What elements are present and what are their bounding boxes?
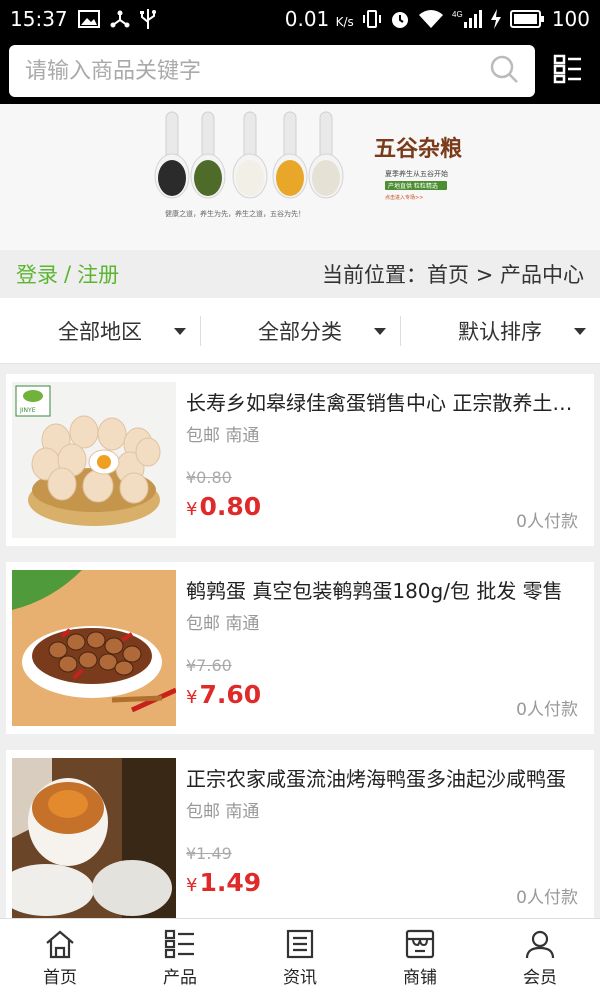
charging-icon [490,9,502,29]
home-icon [44,929,76,963]
status-bar: 15:37 0.01 K/s 4G 100 [0,0,600,38]
product-card[interactable]: 正宗农家咸蛋流油烤海鸭蛋多油起沙咸鸭蛋 包邮 南通 ¥1.49 ¥1.49 0人… [6,750,594,918]
product-logo-text: JINYE [19,407,36,414]
breadcrumb: 当前位置：首页 > 产品中心 [322,263,584,287]
banner-image: 健康之道，养生为先，养生之道，五谷为先！ 五谷杂粮 夏季养生从五谷开始 产地直供… [154,111,462,218]
usb-icon [139,8,156,30]
promo-banner[interactable]: 健康之道，养生为先，养生之道，五谷为先！ 五谷杂粮 夏季养生从五谷开始 产地直供… [0,104,600,250]
user-icon [524,929,556,963]
filter-sort-label: 默认排序 [458,319,542,344]
banner-link-hint: 点击进入专场>> [385,194,423,201]
battery-icon [509,10,544,28]
share-icon [110,9,130,29]
list-icon [164,929,196,963]
banner-badge: 产地直供 粒粒精选 [388,182,438,190]
alarm-icon [390,9,410,29]
svg-text:4G: 4G [452,10,463,19]
product-image-eggs[interactable]: JINYE [12,382,176,538]
news-icon [284,929,316,963]
spoon-black-sesame [154,111,190,199]
network-speed: 0.01 K/s [284,7,354,31]
caret-down-icon [174,328,186,335]
filter-region[interactable]: 全部地区 [0,298,200,363]
product-sales-count: 0人付款 [516,512,578,532]
product-card[interactable]: JINYE 长寿乡如皋绿佳禽蛋销售中心 正宗散养土鸡蛋 包邮 南通 ¥0.80 … [6,374,594,546]
product-price: ¥7.60 [186,680,262,709]
product-tags: 包邮 南通 [186,426,260,446]
breadcrumb-bar: 登录 / 注册 当前位置：首页 > 产品中心 [0,250,600,298]
login-separator: / [64,262,72,286]
product-original-price: ¥7.60 [186,656,232,675]
tab-home[interactable]: 首页 [0,919,120,1000]
wifi-icon [418,9,444,29]
product-sales-count: 0人付款 [516,888,578,908]
tab-store-label: 商铺 [403,968,437,988]
login-link[interactable]: 登录 [16,259,58,289]
battery-level: 100 [551,7,590,31]
tab-store[interactable]: 商铺 [360,919,480,1000]
filter-category-label: 全部分类 [258,319,342,344]
tab-member-label: 会员 [523,968,557,988]
top-bar [0,38,600,104]
caret-down-icon [374,328,386,335]
banner-tagline: 夏季养生从五谷开始 [385,169,448,178]
tab-news[interactable]: 资讯 [240,919,360,1000]
product-tags: 包邮 南通 [186,802,260,822]
product-price: ¥0.80 [186,492,262,521]
product-card[interactable]: 鹌鹑蛋 真空包装鹌鹑蛋180g/包 批发 零售 包邮 南通 ¥7.60 ¥7.6… [6,562,594,734]
signal-icon: 4G [452,9,482,29]
spoon-rice [232,111,268,199]
tab-products-label: 产品 [163,968,197,988]
tab-products[interactable]: 产品 [120,919,240,1000]
product-tags: 包邮 南通 [186,614,260,634]
vibrate-icon [362,9,382,29]
image-icon [77,10,100,28]
search-box[interactable] [9,45,535,97]
banner-slogan: 健康之道，养生为先，养生之道，五谷为先！ [165,209,305,218]
status-time: 15:37 [10,7,68,31]
category-menu-button[interactable] [551,54,585,88]
spoon-mung-bean [190,111,226,199]
search-icon[interactable] [489,54,519,88]
product-image-salted-duck-eggs[interactable] [12,758,176,918]
product-sales-count: 0人付款 [516,700,578,720]
store-icon [404,929,436,963]
spoon-flour [308,111,344,199]
product-original-price: ¥1.49 [186,844,232,863]
filter-region-label: 全部地区 [58,319,142,344]
product-title[interactable]: 正宗农家咸蛋流油烤海鸭蛋多油起沙咸鸭蛋 [186,763,578,792]
product-original-price: ¥0.80 [186,468,232,487]
search-input[interactable] [25,58,489,84]
product-image-quail-eggs[interactable] [12,570,176,726]
product-price: ¥1.49 [186,868,262,897]
category-menu-icon [553,54,583,88]
caret-down-icon [574,328,586,335]
banner-brand: 五谷杂粮 [374,136,462,162]
filter-bar: 全部地区 全部分类 默认排序 [0,298,600,364]
tab-news-label: 资讯 [283,968,317,988]
register-link[interactable]: 注册 [77,259,119,289]
tab-member[interactable]: 会员 [480,919,600,1000]
spoon-millet [272,111,308,199]
filter-sort[interactable]: 默认排序 [400,298,600,363]
product-title[interactable]: 长寿乡如皋绿佳禽蛋销售中心 正宗散养土鸡蛋 [186,387,578,416]
filter-category[interactable]: 全部分类 [200,298,400,363]
bottom-tab-bar: 首页 产品 资讯 商铺 会员 [0,918,600,1000]
product-title[interactable]: 鹌鹑蛋 真空包装鹌鹑蛋180g/包 批发 零售 [186,575,578,604]
tab-home-label: 首页 [43,968,77,988]
